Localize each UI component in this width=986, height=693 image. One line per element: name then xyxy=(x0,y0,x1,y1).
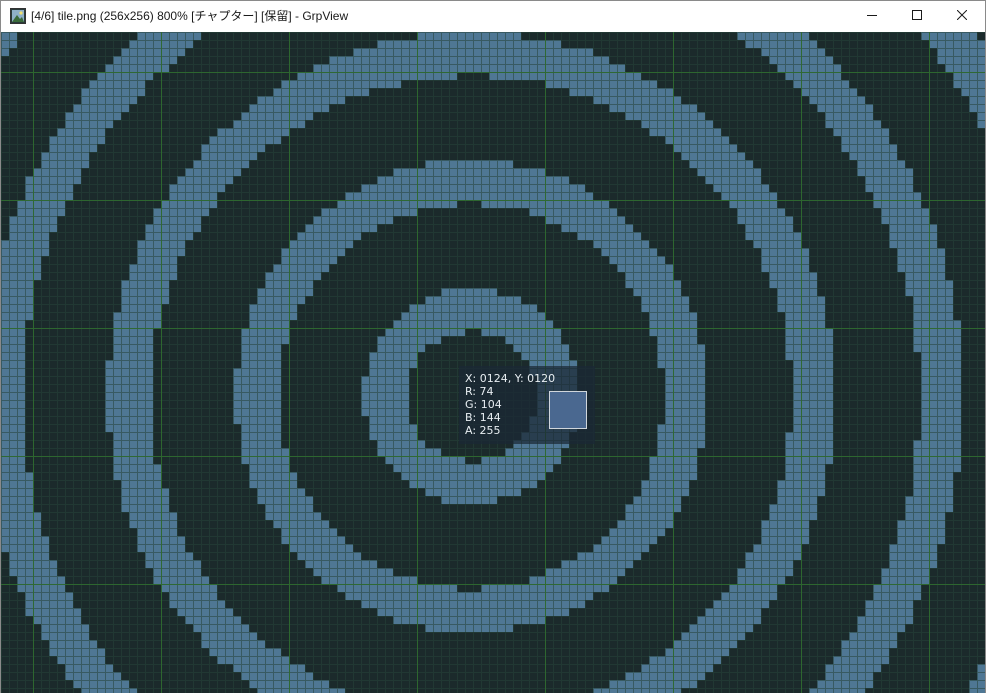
maximize-icon xyxy=(912,7,922,25)
pixel-color-swatch xyxy=(549,391,587,429)
title-bar[interactable]: [4/6] tile.png (256x256) 800% [チャプター] [保… xyxy=(1,1,985,31)
pixel-green-value: G: 104 xyxy=(465,398,502,411)
close-icon xyxy=(956,7,968,25)
image-viewer-icon xyxy=(10,8,26,24)
pixel-blue-value: B: 144 xyxy=(465,411,501,424)
minimize-button[interactable] xyxy=(849,1,895,31)
close-button[interactable] xyxy=(939,1,985,31)
window-title: [4/6] tile.png (256x256) 800% [チャプター] [保… xyxy=(31,9,349,23)
maximize-button[interactable] xyxy=(894,1,940,31)
grpview-window: [4/6] tile.png (256x256) 800% [チャプター] [保… xyxy=(0,0,986,693)
minimize-icon xyxy=(867,7,877,25)
pixel-info-overlay: X: 0124, Y: 0120 R: 74 G: 104 B: 144 A: … xyxy=(459,366,595,444)
pixel-coords: X: 0124, Y: 0120 xyxy=(465,372,556,385)
pixel-red-value: R: 74 xyxy=(465,385,494,398)
image-canvas[interactable]: X: 0124, Y: 0120 R: 74 G: 104 B: 144 A: … xyxy=(1,32,985,693)
zoomed-image[interactable] xyxy=(1,32,985,693)
pixel-alpha-value: A: 255 xyxy=(465,424,501,437)
